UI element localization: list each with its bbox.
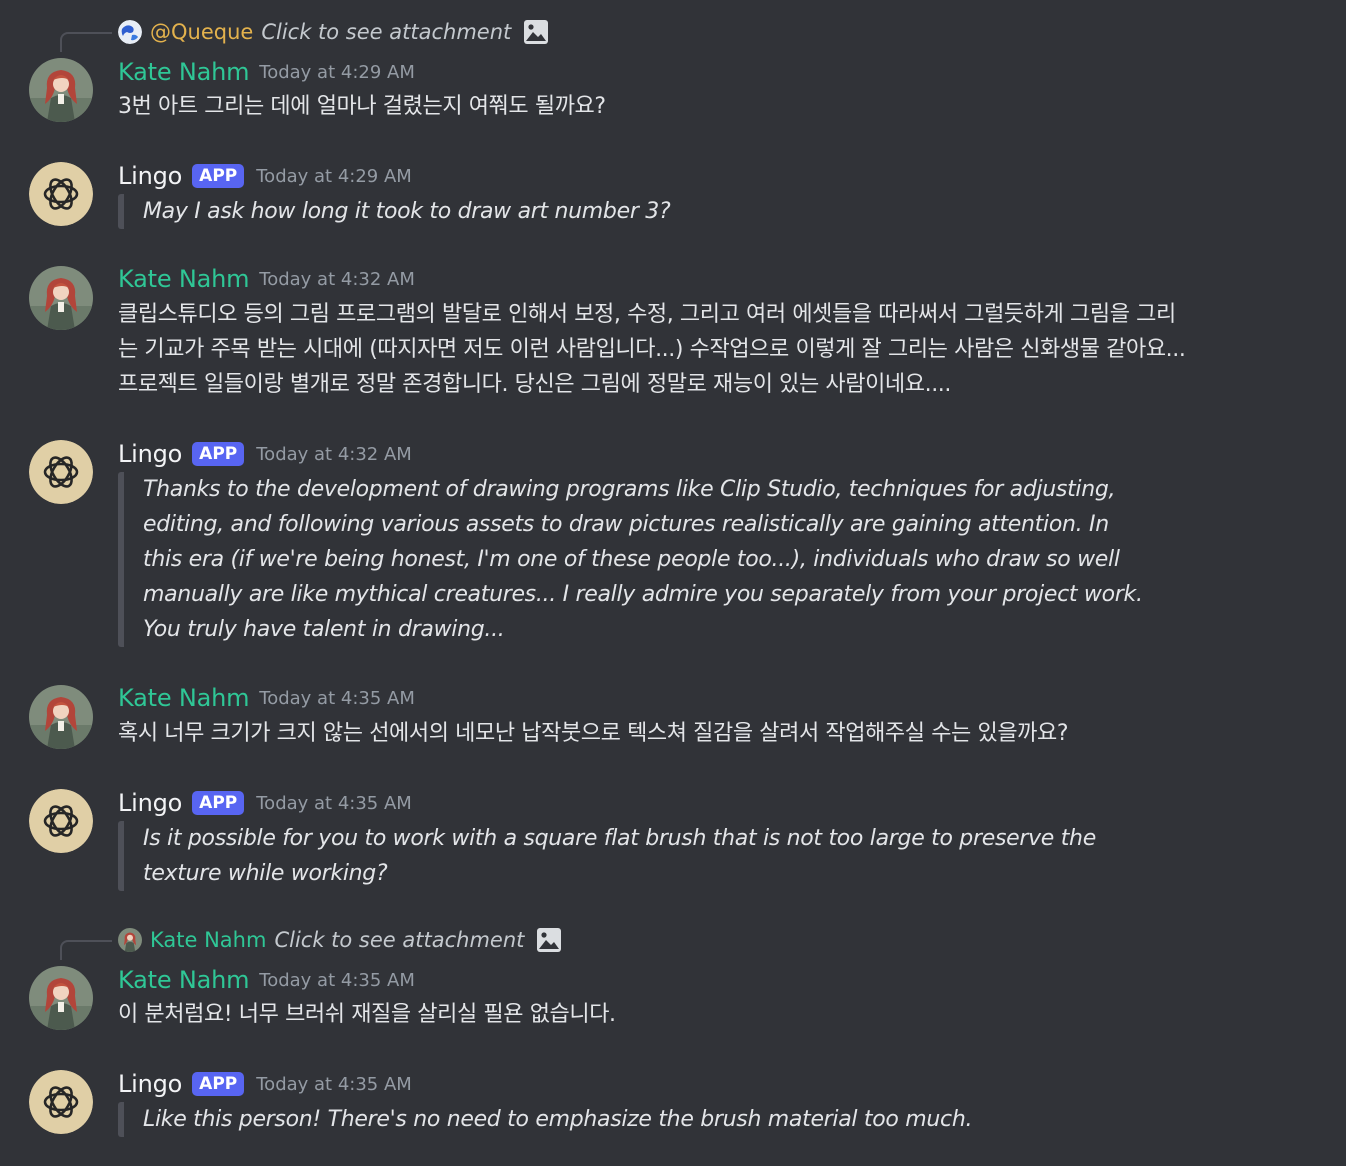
lingo-avatar[interactable] xyxy=(29,1070,93,1134)
timestamp: Today at 4:29 AM xyxy=(259,61,415,83)
message-text: 클립스튜디오 등의 그림 프로그램의 발달로 인해서 보정, 수정, 그리고 여… xyxy=(118,297,1186,402)
message-line: 이 분처럼요! 너무 브러쉬 재질을 살리실 필욘 없습니다. xyxy=(118,1002,616,1027)
message-text: 3번 아트 그리는 데에 얼마나 걸렸는지 여쭤도 될까요? xyxy=(118,89,606,124)
quote-line: Is it possible for you to work with a sq… xyxy=(143,826,1096,851)
message-header: Lingo APP Today at 4:29 AM xyxy=(118,159,412,193)
author-name[interactable]: Kate Nahm xyxy=(118,684,249,712)
lingo-avatar[interactable] xyxy=(29,162,93,226)
kate-avatar[interactable] xyxy=(29,58,93,122)
author-name[interactable]: Lingo xyxy=(118,440,182,468)
message-line: 3번 아트 그리는 데에 얼마나 걸렸는지 여쭤도 될까요? xyxy=(118,94,606,119)
quote-line: texture while working? xyxy=(143,861,388,886)
author-name[interactable]: Kate Nahm xyxy=(118,966,249,994)
kate-mini-avatar xyxy=(118,928,142,952)
reply-reference[interactable]: @Queque Click to see attachment xyxy=(118,18,549,46)
queque-avatar xyxy=(118,20,142,44)
quote-line: this era (if we're being honest, I'm one… xyxy=(143,547,1120,572)
quote-line: Like this person! There's no need to emp… xyxy=(143,1107,973,1132)
timestamp: Today at 4:35 AM xyxy=(256,792,412,814)
quote-line: You truly have talent in drawing... xyxy=(143,617,505,642)
timestamp: Today at 4:35 AM xyxy=(259,969,415,991)
author-name[interactable]: Kate Nahm xyxy=(118,265,249,293)
timestamp: Today at 4:29 AM xyxy=(256,165,412,187)
message-header: Lingo APP Today at 4:32 AM xyxy=(118,437,412,471)
quote-line: manually are like mythical creatures... … xyxy=(143,582,1143,607)
timestamp: Today at 4:35 AM xyxy=(259,687,415,709)
author-name[interactable]: Lingo xyxy=(118,1070,182,1098)
reply-author-name[interactable]: @Queque xyxy=(150,20,253,44)
translation-quote: Is it possible for you to work with a sq… xyxy=(118,821,1096,891)
app-badge: APP xyxy=(192,164,245,188)
kate-avatar[interactable] xyxy=(29,966,93,1030)
message-line: 클립스튜디오 등의 그림 프로그램의 발달로 인해서 보정, 수정, 그리고 여… xyxy=(118,302,1176,327)
message-header: Kate Nahm Today at 4:35 AM xyxy=(118,681,415,715)
quote-line: editing, and following various assets to… xyxy=(143,512,1109,537)
quote-line: Thanks to the development of drawing pro… xyxy=(143,477,1116,502)
image-icon xyxy=(536,927,562,953)
timestamp: Today at 4:35 AM xyxy=(256,1073,412,1095)
app-badge: APP xyxy=(192,442,245,466)
message-line: 프로젝트 일들이랑 별개로 정말 존경합니다. 당신은 그림에 정말로 재능이 … xyxy=(118,372,951,397)
reply-author-name[interactable]: Kate Nahm xyxy=(150,928,266,952)
translation-quote: May I ask how long it took to draw art n… xyxy=(118,194,671,229)
message-line: 혹시 너무 크기가 크지 않는 선에서의 네모난 납작붓으로 텍스쳐 질감을 살… xyxy=(118,721,1069,746)
reply-text[interactable]: Click to see attachment xyxy=(274,928,524,952)
reply-connector xyxy=(60,940,112,960)
translation-quote: Thanks to the development of drawing pro… xyxy=(118,472,1143,647)
image-icon xyxy=(523,19,549,45)
kate-avatar[interactable] xyxy=(29,685,93,749)
message-line: 는 기교가 주목 받는 시대에 (따지자면 저도 이런 사람입니다...) 수작… xyxy=(118,337,1186,362)
reply-reference[interactable]: Kate Nahm Click to see attachment xyxy=(118,926,562,954)
author-name[interactable]: Lingo xyxy=(118,789,182,817)
reply-connector xyxy=(60,32,112,52)
quote-line: May I ask how long it took to draw art n… xyxy=(143,199,671,224)
message-header: Kate Nahm Today at 4:32 AM xyxy=(118,262,415,296)
message-header: Kate Nahm Today at 4:29 AM xyxy=(118,55,415,89)
app-badge: APP xyxy=(192,791,245,815)
timestamp: Today at 4:32 AM xyxy=(256,443,412,465)
translation-quote: Like this person! There's no need to emp… xyxy=(118,1102,972,1137)
author-name[interactable]: Kate Nahm xyxy=(118,58,249,86)
author-name[interactable]: Lingo xyxy=(118,162,182,190)
timestamp: Today at 4:32 AM xyxy=(259,268,415,290)
reply-text[interactable]: Click to see attachment xyxy=(261,20,511,44)
message-text: 혹시 너무 크기가 크지 않는 선에서의 네모난 납작붓으로 텍스쳐 질감을 살… xyxy=(118,716,1069,751)
lingo-avatar[interactable] xyxy=(29,440,93,504)
lingo-avatar[interactable] xyxy=(29,789,93,853)
message-header: Lingo APP Today at 4:35 AM xyxy=(118,786,412,820)
chat-message-list: @Queque Click to see attachment Kate Nah… xyxy=(0,0,1346,1166)
message-text: 이 분처럼요! 너무 브러쉬 재질을 살리실 필욘 없습니다. xyxy=(118,997,616,1032)
message-header: Lingo APP Today at 4:35 AM xyxy=(118,1067,412,1101)
message-header: Kate Nahm Today at 4:35 AM xyxy=(118,963,415,997)
kate-avatar[interactable] xyxy=(29,266,93,330)
app-badge: APP xyxy=(192,1072,245,1096)
